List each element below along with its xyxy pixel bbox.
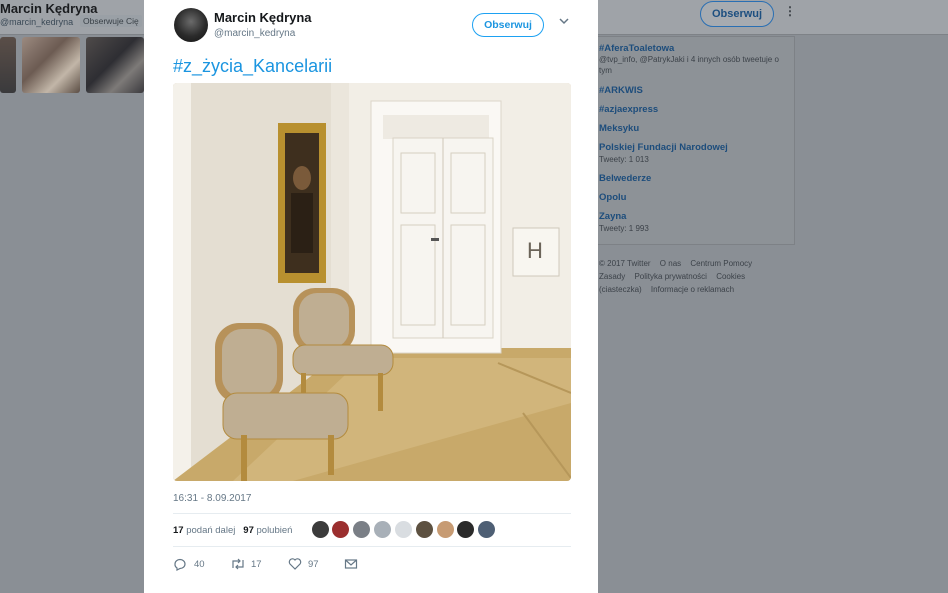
trend-item[interactable]: #ARKWIS	[599, 85, 643, 96]
media-thumbnail[interactable]	[22, 37, 80, 93]
retweet-count: 17	[251, 559, 262, 570]
footer-link[interactable]: © 2017 Twitter	[599, 259, 651, 268]
like-count: 97	[308, 559, 319, 570]
footer-link[interactable]: O nas	[660, 259, 681, 268]
retweet-icon	[232, 558, 244, 570]
divider	[173, 513, 571, 514]
follow-button[interactable]: Obserwuj	[472, 13, 544, 37]
follows-you-badge: Obserwuje Cię	[80, 15, 142, 27]
trend-item[interactable]: Polskiej Fundacji Narodowej	[599, 142, 728, 153]
footer-link[interactable]: Polityka prywatności	[634, 272, 706, 281]
trend-item[interactable]: Opolu	[599, 192, 626, 203]
tweet-text[interactable]: #z_życia_Kancelarii	[173, 56, 332, 77]
tweet-modal: Marcin Kędryna @marcin_kedryna Obserwuj …	[144, 0, 598, 593]
author-name[interactable]: Marcin Kędryna	[214, 10, 312, 25]
trend-meta: Tweety: 1 013	[599, 155, 649, 164]
tweet-photo[interactable]: H	[173, 83, 571, 481]
door-sign-letter: H	[527, 238, 543, 263]
author-handle[interactable]: @marcin_kedryna	[214, 28, 295, 39]
likes-count[interactable]: 97	[243, 525, 254, 536]
retweets-count[interactable]: 17	[173, 525, 184, 536]
trend-item[interactable]: #azjaexpress	[599, 104, 658, 115]
liker-avatar[interactable]	[332, 521, 349, 538]
footer-link[interactable]: Centrum Pomocy	[690, 259, 752, 268]
footer-links: © 2017 Twitter O nas Centrum Pomocy Zasa…	[599, 257, 789, 296]
author-avatar[interactable]	[174, 8, 208, 42]
liker-avatar[interactable]	[416, 521, 433, 538]
liker-avatar[interactable]	[437, 521, 454, 538]
divider	[173, 546, 571, 547]
trend-item[interactable]: Zayna	[599, 211, 626, 222]
tweet-stats: 17 podań dalej 97 polubień	[173, 525, 292, 536]
background-follow-button[interactable]: Obserwuj	[700, 1, 774, 27]
footer-link[interactable]: Informacje o reklamach	[651, 285, 734, 294]
trend-meta: Tweety: 1 993	[599, 224, 649, 233]
trend-item[interactable]: #AferaToaletowa	[599, 43, 674, 54]
trend-item[interactable]: Meksyku	[599, 123, 639, 134]
liker-avatar[interactable]	[457, 521, 474, 538]
envelope-icon	[344, 559, 358, 569]
retweets-label[interactable]: podań dalej	[186, 525, 235, 536]
trend-meta: @tvp_info, @PatrykJaki i 4 innych osób t…	[599, 55, 779, 75]
background-profile-name: Marcin Kędryna	[0, 1, 98, 16]
liker-avatar[interactable]	[478, 521, 495, 538]
footer-link[interactable]: Zasady	[599, 272, 625, 281]
media-thumbnail[interactable]	[86, 37, 144, 93]
liker-avatar[interactable]	[395, 521, 412, 538]
likes-label[interactable]: polubień	[257, 525, 293, 536]
heart-icon	[288, 558, 302, 570]
vertical-dots-icon[interactable]: ⋮	[784, 4, 796, 18]
background-profile-handle: @marcin_kedryna	[0, 17, 74, 27]
liker-avatar[interactable]	[353, 521, 370, 538]
reply-count: 40	[194, 559, 205, 570]
liker-avatar[interactable]	[312, 521, 329, 538]
liker-avatar[interactable]	[374, 521, 391, 538]
chevron-down-icon[interactable]	[558, 15, 570, 27]
reply-icon	[174, 558, 186, 571]
tweet-timestamp[interactable]: 16:31 - 8.09.2017	[173, 493, 251, 504]
media-thumbnail[interactable]	[0, 37, 16, 93]
trend-item[interactable]: Belwederze	[599, 173, 651, 184]
